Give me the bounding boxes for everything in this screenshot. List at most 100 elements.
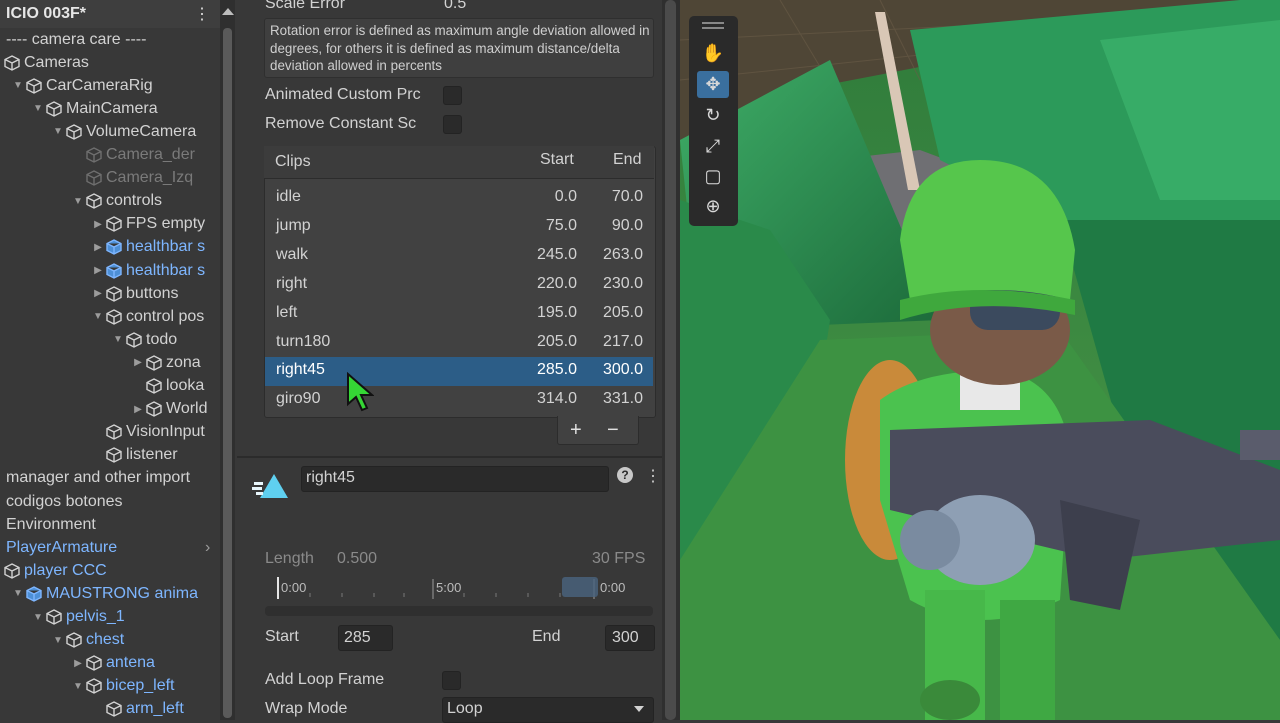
chevron-down-icon[interactable]: ▼ xyxy=(70,196,86,207)
hierarchy-item[interactable]: ▶ zona xyxy=(130,351,201,374)
hierarchy-item[interactable]: VisionInput xyxy=(90,421,205,444)
gameobject-cube-icon xyxy=(106,216,122,233)
hierarchy-item[interactable]: Camera_der xyxy=(70,144,195,167)
hierarchy-item[interactable]: Environment xyxy=(6,513,96,536)
gameobject-cube-icon xyxy=(86,170,102,186)
hierarchy-item[interactable]: ▼ control pos xyxy=(90,305,204,328)
hierarchy-item[interactable]: ▼ MAUSTRONG anima xyxy=(10,582,198,605)
clip-row[interactable]: idle 0.0 70.0 xyxy=(265,184,653,213)
hierarchy-item-label: arm_left xyxy=(126,700,184,718)
hierarchy-item-label: World xyxy=(166,400,208,418)
length-label: Length xyxy=(265,550,314,567)
hierarchy-item[interactable]: arm_left xyxy=(90,698,184,721)
hierarchy-item[interactable]: player CCC xyxy=(4,559,107,582)
start-frame-input[interactable]: 285 xyxy=(338,625,393,651)
chevron-down-icon[interactable]: ▼ xyxy=(50,635,66,646)
chevron-down-icon[interactable]: ▼ xyxy=(90,311,106,322)
animated-custom-properties-toggle[interactable] xyxy=(443,86,462,105)
hierarchy-item[interactable]: ▼ pelvis_1 xyxy=(30,606,125,629)
scale-tool-icon[interactable]: ⤢ xyxy=(697,133,729,160)
chevron-down-icon[interactable] xyxy=(634,706,644,712)
hierarchy-item[interactable]: ▶ healthbar s xyxy=(90,236,205,259)
chevron-down-icon[interactable]: ▼ xyxy=(10,80,26,91)
chevron-right-icon[interactable]: › xyxy=(205,539,210,557)
chevron-down-icon[interactable]: ▼ xyxy=(30,103,46,114)
timeline-track[interactable] xyxy=(265,606,653,616)
hierarchy-item[interactable]: ▼ bicep_left xyxy=(70,675,175,698)
hierarchy-item[interactable]: Camera_Izq xyxy=(70,167,193,190)
clip-timeline[interactable] xyxy=(276,575,654,601)
chevron-right-icon[interactable]: ▶ xyxy=(90,242,106,253)
clips-column-end: End xyxy=(613,151,642,168)
clip-row[interactable]: turn180 205.0 217.0 xyxy=(265,329,653,358)
clip-end: 263.0 xyxy=(602,245,643,263)
remove-constant-scale-toggle[interactable] xyxy=(443,115,462,134)
hierarchy-item[interactable]: ▶ FPS empty xyxy=(90,213,205,236)
clip-row[interactable]: jump 75.0 90.0 xyxy=(265,213,653,242)
hierarchy-item[interactable]: Cameras xyxy=(4,51,89,74)
chevron-right-icon[interactable]: ▶ xyxy=(70,658,86,669)
chevron-right-icon[interactable]: ▶ xyxy=(90,265,106,276)
scroll-up-icon[interactable] xyxy=(222,8,234,15)
hierarchy-item[interactable]: codigos botones xyxy=(6,490,123,513)
toolbar-grip[interactable] xyxy=(702,22,724,24)
chevron-right-icon[interactable]: ▶ xyxy=(90,219,106,230)
clip-row[interactable]: giro90 314.0 331.0 xyxy=(265,386,653,415)
more-options-icon[interactable]: ⋮ xyxy=(645,466,661,486)
hierarchy-item[interactable]: ▼ CarCameraRig xyxy=(10,74,153,97)
scene-view[interactable] xyxy=(680,0,1280,720)
scene-title[interactable]: ICIO 003F* xyxy=(6,5,86,23)
move-tool-icon[interactable]: ✥ xyxy=(697,71,729,98)
remove-clip-button[interactable]: − xyxy=(607,419,619,442)
wrap-mode-value: Loop xyxy=(447,700,483,717)
hierarchy-item[interactable]: ▼ todo xyxy=(110,328,177,351)
hierarchy-item[interactable]: PlayerArmature › xyxy=(6,536,210,559)
hand-tool-icon[interactable]: ✋ xyxy=(697,40,729,67)
chevron-right-icon[interactable]: ▶ xyxy=(130,404,146,415)
hierarchy-item[interactable]: looka xyxy=(130,375,204,398)
hierarchy-item[interactable]: ---- camera care ---- xyxy=(6,28,146,51)
clip-row[interactable]: right 220.0 230.0 xyxy=(265,271,653,300)
hierarchy-item[interactable]: manager and other import xyxy=(6,467,190,490)
animation-clip-icon xyxy=(252,474,288,498)
add-clip-button[interactable]: + xyxy=(570,419,582,442)
add-loop-frame-toggle[interactable] xyxy=(442,671,461,690)
toolbar-grip-line xyxy=(702,27,724,29)
rotate-tool-icon[interactable]: ↻ xyxy=(697,102,729,129)
chevron-down-icon[interactable]: ▼ xyxy=(110,334,126,345)
hierarchy-item[interactable]: ▶ antena xyxy=(70,652,155,675)
scale-error-field[interactable]: 0.5 xyxy=(444,0,466,13)
hierarchy-item-label: controls xyxy=(106,192,163,210)
clip-row[interactable]: left 195.0 205.0 xyxy=(265,300,653,329)
clip-row[interactable]: walk 245.0 263.0 xyxy=(265,242,653,271)
rect-tool-icon[interactable]: ▢ xyxy=(697,163,729,190)
chevron-down-icon[interactable]: ▼ xyxy=(10,588,26,599)
help-icon[interactable]: ? xyxy=(617,467,633,483)
hierarchy-item[interactable]: ▼ chest xyxy=(50,629,124,652)
clip-name: right xyxy=(276,274,308,292)
end-frame-input[interactable]: 300 xyxy=(605,625,655,651)
clip-row[interactable]: right45 285.0 300.0 xyxy=(265,357,653,387)
inspector-scroll-thumb[interactable] xyxy=(665,0,676,720)
hierarchy-item[interactable]: ▼ MainCamera xyxy=(30,97,158,120)
more-options-icon[interactable]: ⋮ xyxy=(194,4,210,24)
hierarchy-item[interactable]: ▶ buttons xyxy=(90,282,178,305)
gameobject-cube-icon xyxy=(86,147,102,163)
gameobject-cube-icon xyxy=(146,401,162,417)
hierarchy-scroll-thumb[interactable] xyxy=(223,28,232,718)
hierarchy-item[interactable]: ▶ healthbar s xyxy=(90,259,205,282)
chevron-down-icon[interactable]: ▼ xyxy=(50,126,66,137)
hierarchy-item[interactable]: ▶ World xyxy=(130,398,208,421)
chevron-down-icon[interactable]: ▼ xyxy=(30,612,46,623)
hierarchy-item[interactable]: ▼ VolumeCamera xyxy=(50,120,196,143)
gameobject-cube-icon xyxy=(46,609,62,625)
chevron-right-icon[interactable]: ▶ xyxy=(90,288,106,299)
gameobject-cube-icon xyxy=(26,77,42,94)
chevron-right-icon[interactable]: ▶ xyxy=(130,357,146,368)
clip-name-value: right45 xyxy=(306,469,355,486)
hierarchy-item[interactable]: ▼ controls xyxy=(70,190,162,213)
hierarchy-item-label: bicep_left xyxy=(106,677,175,695)
hierarchy-item[interactable]: listener xyxy=(90,444,178,467)
transform-tool-icon[interactable]: ⊕ xyxy=(697,193,729,220)
chevron-down-icon[interactable]: ▼ xyxy=(70,681,86,692)
